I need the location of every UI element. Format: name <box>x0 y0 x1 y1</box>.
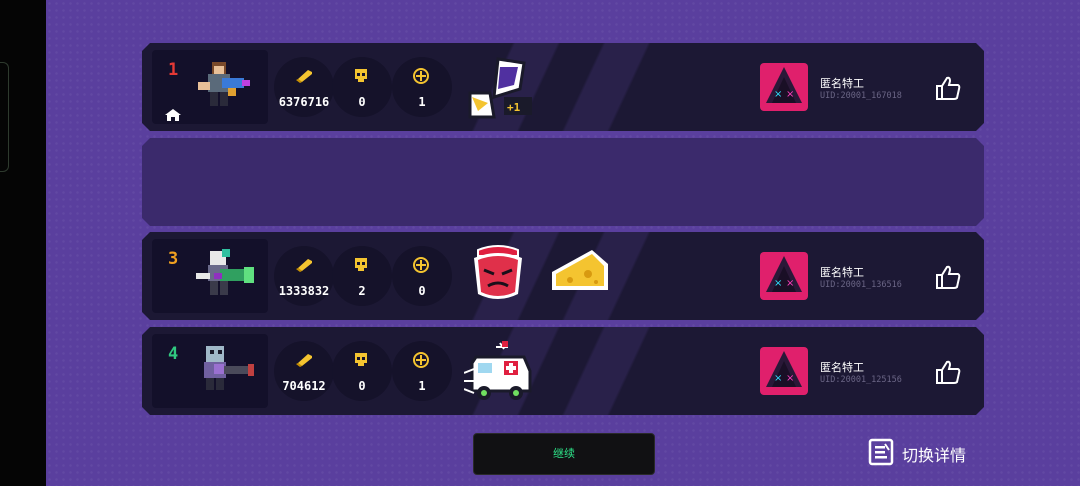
rank-number: 3 <box>168 249 179 269</box>
revives-value: 0 <box>418 284 426 298</box>
kills-stat: 0 <box>332 57 392 117</box>
svg-text:×: × <box>786 278 794 289</box>
hooded-agent-icon: × × <box>766 67 802 103</box>
player-uid: UID:20001_125156 <box>820 375 902 385</box>
player-avatar: × × <box>760 347 808 395</box>
svg-text:×: × <box>774 278 782 289</box>
skull-icon <box>355 258 367 271</box>
revives-value: 1 <box>418 95 426 109</box>
left-bezel <box>0 0 46 486</box>
svg-text:×: × <box>786 89 794 100</box>
home-icon <box>165 109 181 121</box>
player-name: 匿名特工 <box>820 266 864 279</box>
document-switch-icon <box>868 438 894 466</box>
player-row-1: 1 6376716 0 1 +1 × × 匿名特工 UID:20001_1670… <box>142 43 984 131</box>
bullet-icon <box>296 70 312 83</box>
player-row-3: 3 1333832 2 0 × × 匿名特工 UID:20001_136516 <box>142 232 984 320</box>
ambulance-icon <box>464 341 532 400</box>
revive-plus-icon <box>413 68 429 84</box>
rocket-buff-icon: +1 <box>468 57 532 119</box>
hero-panel: 4 <box>152 334 268 408</box>
thumbs-up-icon[interactable] <box>934 264 962 290</box>
continue-button[interactable]: 继续 <box>473 433 655 475</box>
switch-details-label: 切换详情 <box>902 446 967 465</box>
svg-text:×: × <box>774 89 782 100</box>
angry-demon-face-icon <box>474 245 522 299</box>
hero-sprite-icon <box>198 62 250 106</box>
revives-value: 1 <box>418 379 426 393</box>
side-handle[interactable] <box>0 62 9 172</box>
hooded-agent-icon: × × <box>766 351 802 387</box>
skull-icon <box>355 69 367 82</box>
switch-details-button[interactable]: 切换详情 <box>868 438 966 468</box>
revive-plus-icon <box>413 352 429 368</box>
hero-panel: 1 <box>152 50 268 124</box>
player-row-empty <box>142 138 984 226</box>
skull-icon <box>355 353 367 366</box>
hero-sprite-icon <box>204 346 254 390</box>
rank-number: 1 <box>168 60 179 80</box>
player-name: 匿名特工 <box>820 77 864 90</box>
revive-plus-icon <box>413 257 429 273</box>
kills-stat: 0 <box>332 341 392 401</box>
player-row-4: 4 704612 0 1 × × 匿名特工 UID:20001_125156 <box>142 327 984 415</box>
row-decor <box>422 43 682 131</box>
bullet-icon <box>296 354 312 367</box>
hooded-agent-icon: × × <box>766 256 802 292</box>
row-decor <box>422 327 682 415</box>
player-avatar: × × <box>760 63 808 111</box>
player-uid: UID:20001_167018 <box>820 91 902 101</box>
kills-stat: 2 <box>332 246 392 306</box>
svg-text:+1: +1 <box>507 101 521 114</box>
hero-panel: 3 <box>152 239 268 313</box>
rank-number: 4 <box>168 344 179 364</box>
player-avatar: × × <box>760 252 808 300</box>
thumbs-up-icon[interactable] <box>934 359 962 385</box>
hero-sprite-icon <box>196 249 254 295</box>
svg-text:×: × <box>774 373 782 384</box>
revives-stat: 1 <box>392 57 452 117</box>
revives-stat: 1 <box>392 341 452 401</box>
player-name: 匿名特工 <box>820 361 864 374</box>
cheese-icon <box>552 250 608 290</box>
svg-text:×: × <box>786 373 794 384</box>
thumbs-up-icon[interactable] <box>934 75 962 101</box>
bullet-icon <box>296 259 312 272</box>
revives-stat: 0 <box>392 246 452 306</box>
player-uid: UID:20001_136516 <box>820 280 902 290</box>
